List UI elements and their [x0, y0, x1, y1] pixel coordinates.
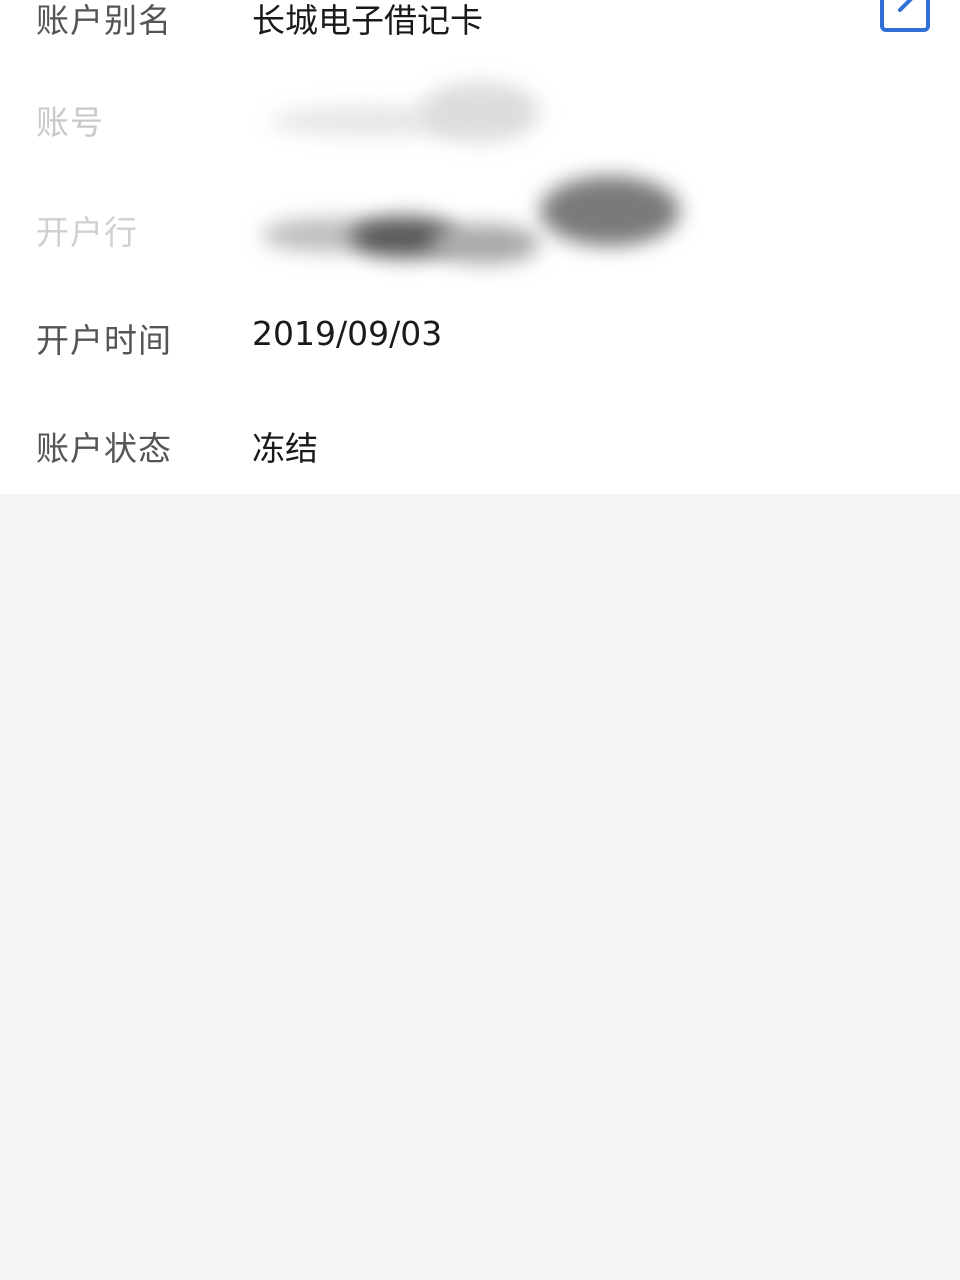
alias-label: 账户别名	[36, 1, 172, 40]
empty-background	[0, 494, 960, 1280]
open-date-label: 开户时间	[36, 321, 172, 360]
status-label: 账户状态	[36, 429, 172, 468]
open-date-row: 开户时间 2019/09/03	[0, 280, 960, 388]
alias-value: 长城电子借记卡	[252, 1, 483, 40]
account-label: 账号	[36, 103, 104, 142]
open-date-value: 2019/09/03	[252, 314, 443, 353]
account-details-panel: 账户别名 长城电子借记卡 账号 开户行 开户时间 2019/09/03 账户状态…	[0, 0, 960, 494]
branch-label: 开户行	[36, 213, 138, 252]
edit-icon	[880, 0, 930, 32]
branch-row: 开户行	[0, 170, 960, 278]
alias-row: 账户别名 长城电子借记卡	[0, 0, 960, 64]
account-row: 账号	[0, 62, 960, 170]
edit-alias-button[interactable]	[876, 0, 934, 34]
status-value: 冻结	[252, 429, 318, 468]
status-row: 账户状态 冻结	[0, 388, 960, 494]
